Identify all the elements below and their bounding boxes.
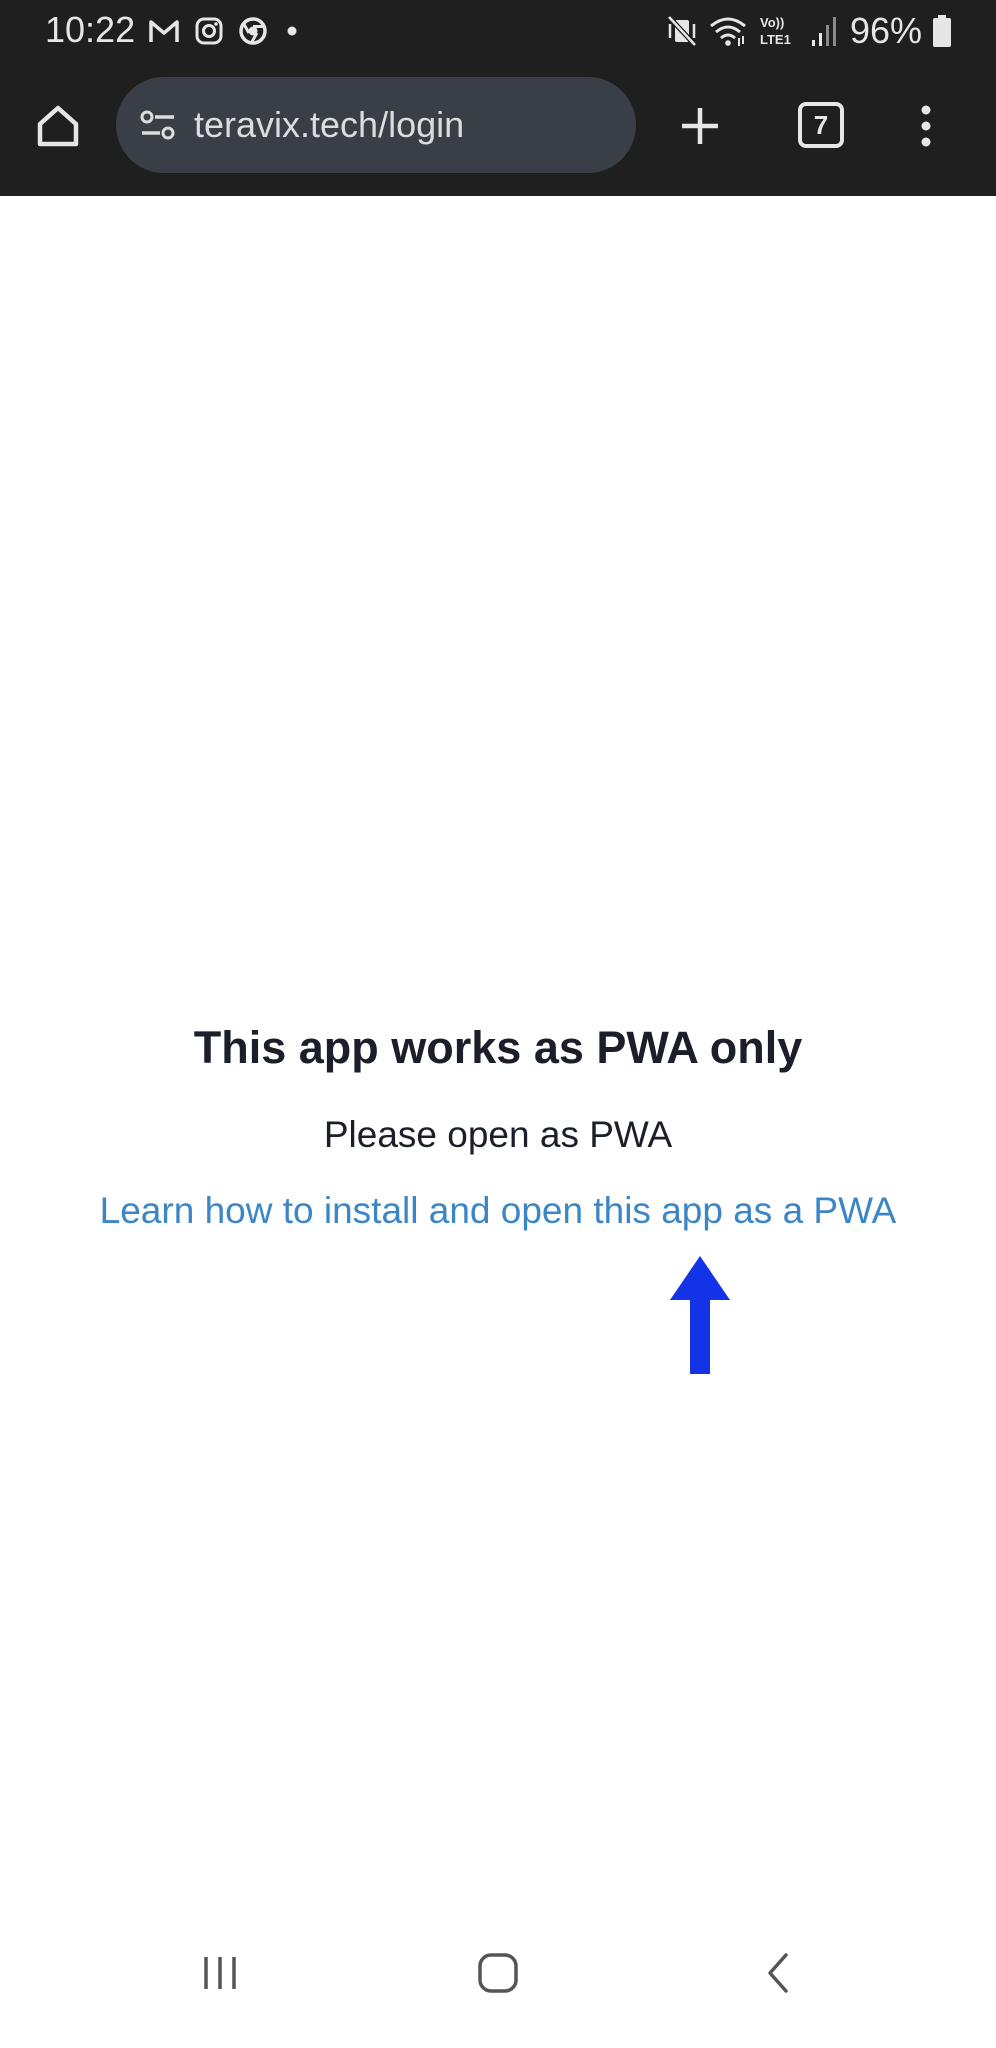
plus-icon	[682, 108, 718, 144]
home-button[interactable]	[30, 98, 86, 154]
chrome-icon	[239, 17, 267, 45]
page-title: This app works as PWA only	[193, 1022, 803, 1073]
browser-toolbar: teravix.tech/login 7	[0, 62, 996, 196]
back-icon	[768, 1953, 788, 1993]
home-nav-button[interactable]	[458, 1938, 538, 2008]
instagram-icon	[195, 17, 223, 45]
notification-icons	[148, 14, 302, 48]
up-arrow-icon	[670, 1256, 730, 1374]
install-pwa-link[interactable]: Learn how to install and open this app a…	[0, 1190, 996, 1232]
more-vert-icon	[921, 105, 931, 147]
svg-text:LTE1: LTE1	[760, 32, 791, 47]
gmail-icon	[149, 20, 179, 42]
vibrate-mute-icon	[667, 15, 697, 47]
tab-switcher-button[interactable]: 7	[796, 100, 846, 150]
signal-icon	[811, 17, 836, 46]
status-bar: 10:22 Vo)) LTE1 96%	[0, 0, 996, 62]
more-options-button[interactable]	[898, 98, 954, 154]
recent-apps-button[interactable]	[180, 1938, 260, 2008]
status-time: 10:22	[45, 9, 136, 50]
wifi-icon	[709, 17, 746, 46]
home-nav-icon	[478, 1953, 518, 1993]
home-icon	[37, 105, 79, 147]
new-tab-button[interactable]	[672, 98, 728, 154]
battery-icon	[933, 15, 951, 47]
battery-percent: 96%	[849, 10, 922, 51]
back-nav-button[interactable]	[738, 1938, 818, 2008]
site-settings-icon	[140, 110, 175, 140]
site-settings-button[interactable]	[136, 103, 180, 147]
url-text[interactable]: teravix.tech/login	[194, 104, 464, 146]
tab-count: 7	[798, 102, 844, 148]
web-content: This app works as PWA only Please open a…	[0, 196, 996, 1896]
page-subtitle: Please open as PWA	[323, 1114, 673, 1155]
url-bar[interactable]: teravix.tech/login	[116, 77, 636, 173]
screen: 10:22 Vo)) LTE1 96% teravix.tech/login 7…	[0, 0, 996, 2048]
recent-apps-icon	[204, 1957, 236, 1989]
notification-dot-icon	[287, 26, 297, 36]
svg-text:Vo)): Vo))	[760, 15, 784, 30]
volte-icon: Vo)) LTE1	[760, 15, 791, 47]
system-nav-bar	[0, 1898, 996, 2048]
status-right: Vo)) LTE1 96%	[666, 8, 952, 54]
